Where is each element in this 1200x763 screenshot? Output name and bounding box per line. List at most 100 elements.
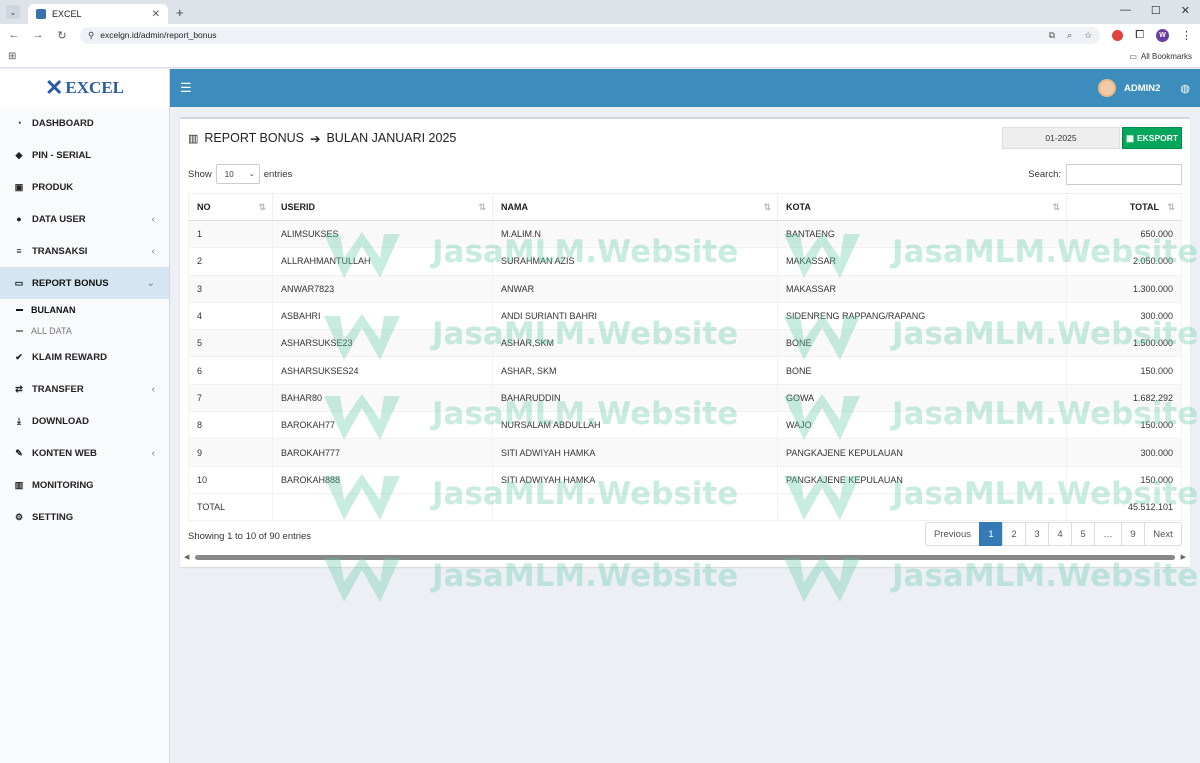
cell-nama: ANDI SURIANTI BAHRI — [492, 301, 778, 331]
submenu-label: ALL DATA — [31, 325, 72, 336]
browser-tab[interactable]: EXCEL ✕ — [28, 4, 168, 24]
entries-label: entries — [263, 168, 293, 180]
tab-search-icon[interactable]: ⌄ — [6, 5, 20, 19]
profile-avatar[interactable]: W — [1156, 28, 1169, 42]
translate-icon[interactable]: ⧉ — [1049, 30, 1055, 41]
globe-icon[interactable]: ◍ — [1180, 82, 1190, 95]
cell-userid: ALLRAHMANTULLAH — [272, 247, 493, 276]
col-header-userid[interactable]: USERID ⇅ — [272, 193, 493, 221]
next-page-button[interactable]: Next — [1144, 522, 1182, 546]
url-input[interactable]: ⚲ excelgn.id/admin/report_bonus ⧉ ⌕ ☆ — [80, 26, 1101, 44]
sidebar-menu: ◔ DASHBOARD ◆ PIN - SERIAL ▣ PRODUK ● DATA USER… — [0, 107, 169, 533]
close-window-icon[interactable]: ✕ — [1181, 4, 1190, 17]
sidebar-item-dashboard[interactable]: ◔ DASHBOARD — [0, 107, 169, 139]
cell-nama: ASHAR, SKM — [492, 356, 778, 385]
period-input[interactable]: 01-2025 — [1002, 127, 1120, 149]
cell-nama: SITI ADWIYAH HAMKA — [492, 438, 778, 467]
table-row[interactable]: 5 ASHARSUKSE23 ASHAR,SKM BONE 1.500.000 — [188, 329, 1182, 358]
chevron-left-icon: ‹ — [151, 245, 155, 257]
scroll-thumb[interactable] — [195, 554, 1175, 560]
footer-total: 45.512.101 — [1066, 492, 1182, 522]
col-header-total[interactable]: TOTAL ⇅ — [1066, 193, 1182, 221]
sidebar-item-data-user[interactable]: ● DATA USER ‹ — [0, 203, 169, 235]
page-button[interactable]: 1 — [979, 522, 1003, 546]
page-button[interactable]: 3 — [1025, 522, 1049, 546]
logo[interactable]: ✕ EXCEL — [0, 69, 169, 107]
sidebar-item-monitoring[interactable]: ▥ MONITORING — [0, 469, 169, 501]
scroll-right-icon[interactable]: ▶ — [1181, 553, 1186, 561]
cell-kota: WAJO — [777, 411, 1067, 440]
col-header-kota[interactable]: KOTA ⇅ — [777, 193, 1067, 221]
cell-kota: BANTAENG — [777, 219, 1067, 249]
submenu-item-all-data[interactable]: ALL DATA — [0, 320, 169, 341]
pagination: Previous 1 2 3 4 5… 9 Next — [925, 522, 1182, 546]
col-header-no[interactable]: NO ⇅ — [188, 193, 273, 221]
browser-menu-icon[interactable]: ⋮ — [1181, 29, 1192, 42]
sidebar-item-transaksi[interactable]: ≡ TRANSAKSI ‹ — [0, 235, 169, 267]
search-input[interactable] — [1066, 163, 1182, 185]
col-header-nama[interactable]: NAMA ⇅ — [492, 193, 778, 221]
user-menu[interactable]: ADMIN2 — [1097, 79, 1160, 97]
cell-no: 3 — [188, 274, 273, 303]
table-row[interactable]: 8 BAROKAH77 NURSALAM ABDULLAH WAJO 150.000 — [188, 411, 1182, 440]
page-button[interactable]: 5 — [1071, 522, 1095, 546]
cell-kota: BONE — [777, 329, 1067, 358]
forward-icon[interactable]: → — [32, 29, 44, 41]
table-row[interactable]: 2 ALLRAHMANTULLAH SURAHMAN AZIS MAKASSAR 2.0… — [188, 247, 1182, 276]
bookmark-star-icon[interactable]: ☆ — [1084, 30, 1092, 41]
sort-icon: ⇅ — [478, 202, 486, 212]
zoom-icon[interactable]: ⌕ — [1067, 30, 1072, 41]
sidebar-item-label: REPORT BONUS — [32, 277, 109, 289]
scroll-left-icon[interactable]: ◀ — [184, 553, 189, 561]
back-icon[interactable]: ← — [8, 29, 20, 41]
submenu-item-bulanan[interactable]: BULANAN — [0, 299, 169, 320]
site-info-icon[interactable]: ⚲ — [88, 30, 94, 41]
cell-no: 7 — [188, 383, 273, 413]
file-excel-icon: ▦ — [1125, 132, 1134, 143]
sidebar-item-label: DASHBOARD — [32, 117, 94, 129]
prev-page-button[interactable]: Previous — [925, 522, 980, 546]
export-button[interactable]: ▦ EKSPORT — [1122, 127, 1182, 149]
new-tab-icon[interactable]: + — [176, 5, 184, 20]
cell-total: 150.000 — [1066, 356, 1182, 385]
apps-grid-icon[interactable]: ⊞ — [8, 51, 16, 62]
table-row[interactable]: 7 BAHAR80 BAHARUDDIN GOWA 1.682.292 — [188, 383, 1182, 413]
sidebar-item-produk[interactable]: ▣ PRODUK — [0, 171, 169, 203]
cell-userid: ASBAHRI — [272, 301, 493, 331]
table-row[interactable]: 3 ANWAR7823 ANWAR MAKASSAR 1.300.000 — [188, 274, 1182, 303]
sidebar-item-konten-web[interactable]: ✎ KONTEN WEB ‹ — [0, 437, 169, 469]
sidebar-item-report-bonus[interactable]: ▭ REPORT BONUS ⌄ — [0, 267, 169, 299]
table-row[interactable]: 4 ASBAHRI ANDI SURIANTI BAHRI SIDENRENG RAP… — [188, 301, 1182, 331]
horizontal-scrollbar[interactable]: ◀ ▶ — [184, 553, 1186, 561]
sidebar-item-klaim-reward[interactable]: ✔ KLAIM REWARD — [0, 341, 169, 373]
table-row[interactable]: 10 BAROKAH888 SITI ADWIYAH HAMKA PANGKAJENE… — [188, 465, 1182, 494]
favicon-icon — [36, 9, 46, 19]
table-row[interactable]: 6 ASHARSUKSES24 ASHAR, SKM BONE 150.000 — [188, 356, 1182, 385]
table-row[interactable]: 1 ALIMSUKSES M.ALIM.N BANTAENG 650.000 — [188, 219, 1182, 249]
cell-no: 4 — [188, 301, 273, 331]
sort-asc-icon: ⇅ — [258, 202, 266, 212]
extensions-icon[interactable]: ⧠ — [1135, 29, 1144, 42]
menu-toggle-icon[interactable]: ☰ — [180, 80, 192, 96]
page-length-select[interactable]: 10 ⌄ — [215, 164, 260, 184]
all-bookmarks-button[interactable]: ▭ All Bookmarks — [1129, 52, 1192, 61]
exchange-icon: ⇄ — [15, 383, 23, 394]
reload-icon[interactable]: ↻ — [56, 29, 68, 42]
page-button[interactable]: 4 — [1048, 522, 1072, 546]
sidebar-item-label: KLAIM REWARD — [32, 351, 107, 363]
list-icon: ≡ — [16, 246, 22, 256]
page-title: ▥ REPORT BONUS ➔ BULAN JANUARI 2025 — [188, 131, 456, 146]
page-button[interactable]: 2 — [1002, 522, 1026, 546]
page-button[interactable]: 9 — [1121, 522, 1145, 546]
chevron-down-icon: ⌄ — [146, 277, 155, 289]
maximize-icon[interactable]: ☐ — [1151, 4, 1161, 17]
sidebar-item-pin-serial[interactable]: ◆ PIN - SERIAL — [0, 139, 169, 171]
adblock-icon[interactable] — [1112, 29, 1124, 41]
sidebar-item-transfer[interactable]: ⇄ TRANSFER ‹ — [0, 373, 169, 405]
table-row[interactable]: 9 BAROKAH777 SITI ADWIYAH HAMKA PANGKAJENE … — [188, 438, 1182, 467]
minimize-icon[interactable]: — — [1120, 4, 1131, 17]
close-tab-icon[interactable]: ✕ — [152, 9, 160, 20]
bonus-table: NO ⇅ USERID ⇅ NAMA ⇅ KOTA ⇅ TOTAL ⇅ 1 ALIMSUKS… — [188, 193, 1182, 522]
sidebar-item-download[interactable]: ⤓ DOWNLOAD — [0, 405, 169, 437]
sidebar-item-setting[interactable]: ⚙ SETTING — [0, 501, 169, 533]
